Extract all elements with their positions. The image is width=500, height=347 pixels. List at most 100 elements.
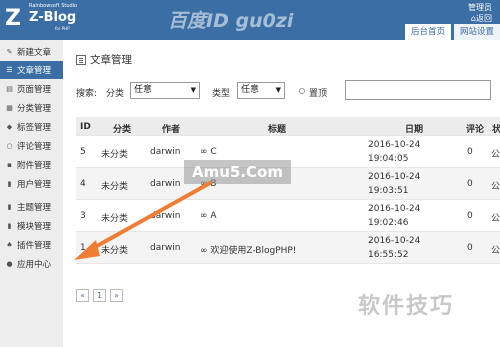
column-header: 作者 [162,125,181,135]
sidebar-item-attachment-manage[interactable]: ▪ 附件管理 [0,156,63,174]
column-header: 评论 [466,125,485,135]
site-watermark: Amu5.Com [184,160,291,184]
row-comments: 0 [467,147,473,157]
top-tabs: 后台首页 网站设置 [402,24,500,40]
sidebar-item-article-manage[interactable]: ☰ 文章管理 [0,61,63,79]
table-header-row: ID 分类 作者 标题 日期 评论 状 [76,117,500,136]
tag-manage-icon: ◆ [6,123,13,131]
column-header: 标题 [268,125,287,135]
row-comments: 0 [467,243,473,253]
link-icon: ∞ [200,211,211,221]
row-time: 19:04:05 [368,154,409,164]
category-filter-label: 分类 [106,89,125,99]
top-radio[interactable] [299,88,305,94]
page-1-button[interactable]: 1 [93,289,106,302]
sidebar-item-label: 评论管理 [17,142,52,152]
row-date: 2016-10-24 [368,204,421,214]
sidebar-item-label: 页面管理 [17,85,52,95]
sidebar-item-user-manage[interactable]: ▮ 用户管理 [0,175,63,193]
column-header: ID [80,122,91,132]
link-icon: ∞ [200,246,211,256]
row-status: 公 [491,182,500,192]
pagination: « 1 » [76,289,127,302]
tab-dashboard[interactable]: 后台首页 [404,24,451,40]
column-header: 日期 [405,125,424,135]
article-table: ID 分类 作者 标题 日期 评论 状 5 未分类 darwin ∞ C 201… [76,117,500,264]
corner-watermark: 软件技巧 [358,294,455,319]
sidebar-item-theme-manage[interactable]: ▮ 主题管理 [0,198,63,216]
row-status: 公 [491,246,500,256]
top-radio-label: 置顶 [309,89,328,99]
row-category: 未分类 [101,214,129,224]
back-link[interactable]: ⌂返回 [468,13,492,24]
dropdown-arrow-icon: ▼ [275,86,281,94]
row-title[interactable]: ∞ C [200,147,217,157]
dropdown-arrow-icon: ▼ [190,86,196,94]
type-select[interactable]: 任意 ▼ [237,82,285,99]
logo-name: Z-Blog [29,10,77,25]
row-author[interactable]: darwin [150,211,181,221]
theme-manage-icon: ▮ [7,203,12,211]
row-date: 2016-10-24 [368,140,421,150]
row-author[interactable]: darwin [150,179,181,189]
row-id: 5 [80,147,86,157]
logo-z-letter: Z [5,6,21,31]
sidebar-item-category-manage[interactable]: ▦ 分类管理 [0,99,63,117]
module-manage-icon: ▮ [7,222,12,230]
document-icon [76,54,86,65]
article-manage-icon: ☰ [6,66,13,74]
sidebar-item-module-manage[interactable]: ▮ 模块管理 [0,217,63,235]
row-status: 公 [491,150,500,160]
sidebar-item-comment-manage[interactable]: ○ 评论管理 [0,137,63,155]
table-row[interactable]: 3 未分类 darwin ∞ A 2016-10-24 19:02:46 0 公 [76,200,500,232]
row-title[interactable]: ∞ A [200,211,217,221]
sidebar-item-label: 新建文章 [17,48,52,58]
user-box: 管理员 ⌂返回 [468,2,492,24]
search-bar: 搜索: 分类 任意 ▼ 类型 任意 ▼ 置顶 [63,76,500,106]
row-title-text: C [210,147,217,157]
search-input[interactable] [345,80,491,100]
last-page-button[interactable]: » [110,289,123,302]
sidebar-item-tag-manage[interactable]: ◆ 标签管理 [0,118,63,136]
row-date: 2016-10-24 [368,172,421,182]
row-title[interactable]: ∞ 欢迎使用Z-BlogPHP! [200,243,296,256]
row-author[interactable]: darwin [150,243,181,253]
zblog-logo[interactable]: Rainbowsoft Studio Z Z-Blog for PHP [3,3,77,35]
row-date: 2016-10-24 [368,236,421,246]
page-title: 文章管理 [76,52,132,67]
row-id: 4 [80,179,86,189]
row-category: 未分类 [101,182,129,192]
sidebar-item-new-article[interactable]: ✎ 新建文章 [0,43,63,61]
column-header: 状 [492,125,500,135]
row-author[interactable]: darwin [150,147,181,157]
sidebar: ✎ 新建文章 ☰ 文章管理 ▤ 页面管理 ▦ 分类管理 ◆ 标签管理 ○ 评论管理 ▪ 附件管… [0,40,63,347]
sidebar-item-label: 插件管理 [17,241,52,251]
sidebar-item-label: 文章管理 [17,66,52,76]
tab-site-settings[interactable]: 网站设置 [453,24,500,40]
top-header: Rainbowsoft Studio Z Z-Blog for PHP 百度ID… [0,0,500,40]
row-comments: 0 [467,211,473,221]
table-row[interactable]: 1 未分类 darwin ∞ 欢迎使用Z-BlogPHP! 2016-10-24… [76,232,500,264]
new-article-icon: ✎ [6,48,13,56]
row-time: 16:55:52 [368,250,409,260]
app-center-icon: ● [6,260,13,268]
logo-sub: for PHP [55,26,70,31]
row-category: 未分类 [101,246,129,256]
link-icon: ∞ [200,147,211,157]
row-id: 1 [80,243,86,253]
sidebar-item-app-center[interactable]: ● 应用中心 [0,255,63,273]
attachment-manage-icon: ▪ [7,161,12,169]
sidebar-item-page-manage[interactable]: ▤ 页面管理 [0,80,63,98]
sidebar-item-label: 附件管理 [17,161,52,171]
sidebar-item-label: 应用中心 [17,260,52,270]
row-comments: 0 [467,179,473,189]
sidebar-item-plugin-manage[interactable]: ♠ 插件管理 [0,236,63,254]
row-id: 3 [80,211,86,221]
back-link-label: 返回 [476,14,492,23]
category-select[interactable]: 任意 ▼ [130,82,200,99]
user-role-link[interactable]: 管理员 [468,3,492,12]
first-page-button[interactable]: « [76,289,89,302]
row-time: 19:02:46 [368,218,409,228]
sidebar-item-label: 主题管理 [17,203,52,213]
sidebar-item-label: 用户管理 [17,180,52,190]
